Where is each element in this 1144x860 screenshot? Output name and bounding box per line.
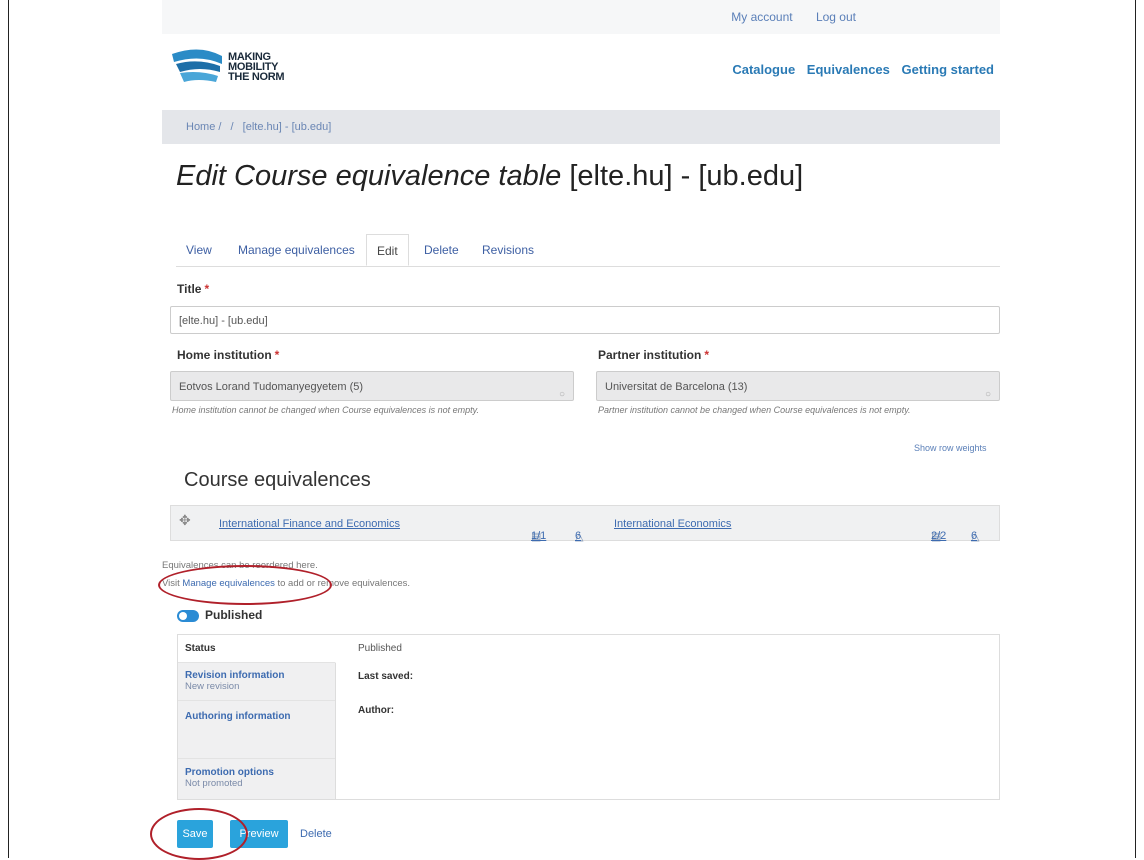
logo-text: MAKING MOBILITY THE NORM xyxy=(228,52,285,83)
breadcrumb-current[interactable]: [elte.hu] - [ub.edu] xyxy=(243,121,332,133)
last-saved-label: Last saved: xyxy=(358,671,414,682)
author-label: Author: xyxy=(358,705,395,716)
home-institution-label: Home institution * xyxy=(177,348,280,362)
manage-equivalences-link[interactable]: Manage equivalences xyxy=(182,578,274,589)
status-value: Published xyxy=(358,643,402,654)
partner-institution-label: Partner institution * xyxy=(598,348,710,362)
title-field[interactable]: [elte.hu] - [ub.edu] xyxy=(170,306,1000,334)
partner-institution-help: Partner institution cannot be changed wh… xyxy=(598,405,911,415)
log-out-link[interactable]: Log out xyxy=(816,10,856,24)
drag-handle-icon[interactable]: ✥ xyxy=(179,512,191,529)
tab-view[interactable]: View xyxy=(176,234,222,266)
breadcrumb-separator: / xyxy=(230,121,234,133)
vtab-revision-information[interactable]: Revision information New revision xyxy=(178,663,335,701)
tab-revisions[interactable]: Revisions xyxy=(472,234,544,266)
nav-catalogue[interactable]: Catalogue xyxy=(732,62,795,77)
manage-note: Visit Manage equivalences to add or remo… xyxy=(162,578,411,589)
partner-institution-field[interactable]: Universitat de Barcelona (13) ○ xyxy=(596,371,1000,401)
page-title: Edit Course equivalence table [elte.hu] … xyxy=(176,160,803,193)
save-button[interactable]: Save xyxy=(177,820,213,848)
partner-institution-value: Universitat de Barcelona (13) xyxy=(605,381,748,393)
course-equivalences-heading: Course equivalences xyxy=(184,469,371,491)
nav-equivalences[interactable]: Equivalences xyxy=(807,62,890,77)
breadcrumb: Home / / [elte.hu] - [ub.edu] xyxy=(162,110,1000,144)
autocomplete-icon: ○ xyxy=(984,389,991,400)
vertical-tabs-menu: Status Revision information New revision… xyxy=(178,635,336,799)
required-marker: * xyxy=(704,348,710,362)
delete-link[interactable]: Delete xyxy=(300,828,332,840)
left-course-link[interactable]: International Finance and Economics xyxy=(219,518,400,530)
vtab-authoring-information[interactable]: Authoring information xyxy=(178,701,335,759)
nav-getting-started[interactable]: Getting started xyxy=(902,62,994,77)
home-institution-field[interactable]: Eotvos Lorand Tudomanyegyetem (5) ○ xyxy=(170,371,574,401)
breadcrumb-home[interactable]: Home / xyxy=(186,121,221,133)
vtab-promotion-options[interactable]: Promotion options Not promoted xyxy=(178,759,335,799)
published-toggle[interactable] xyxy=(177,610,199,622)
vtab-status[interactable]: Status xyxy=(178,635,336,663)
tab-delete[interactable]: Delete xyxy=(414,234,469,266)
preview-button[interactable]: Preview xyxy=(230,820,288,848)
page-title-suffix: [elte.hu] - [ub.edu] xyxy=(569,160,804,192)
required-marker: * xyxy=(274,348,280,362)
autocomplete-icon: ○ xyxy=(558,389,565,400)
page-title-main: Edit Course equivalence table xyxy=(176,160,562,192)
reorder-note: Equivalences can be reordered here. xyxy=(162,560,318,571)
published-label: Published xyxy=(205,608,263,622)
logo-line-3: THE NORM xyxy=(228,71,285,83)
home-institution-help: Home institution cannot be changed when … xyxy=(172,405,480,415)
table-row: ✥ International Finance and Economics ▤ … xyxy=(170,505,1000,543)
vertical-tabs: Status Revision information New revision… xyxy=(177,634,1000,800)
main-nav: Catalogue Equivalences Getting started xyxy=(724,62,994,77)
user-links: My account Log out xyxy=(711,10,856,24)
show-row-weights-link[interactable]: Show row weights xyxy=(914,443,987,453)
tab-manage-equivalences[interactable]: Manage equivalences xyxy=(228,234,365,266)
right-course-link[interactable]: International Economics xyxy=(614,518,731,530)
tab-edit[interactable]: Edit xyxy=(366,234,409,266)
title-field-label: Title * xyxy=(177,282,210,296)
home-institution-value: Eotvos Lorand Tudomanyegyetem (5) xyxy=(179,381,364,393)
top-bar: My account Log out xyxy=(162,0,1000,34)
local-tasks-tabs: View Manage equivalences Edit Delete Rev… xyxy=(176,234,1000,267)
required-marker: * xyxy=(204,282,210,296)
my-account-link[interactable]: My account xyxy=(731,10,792,24)
